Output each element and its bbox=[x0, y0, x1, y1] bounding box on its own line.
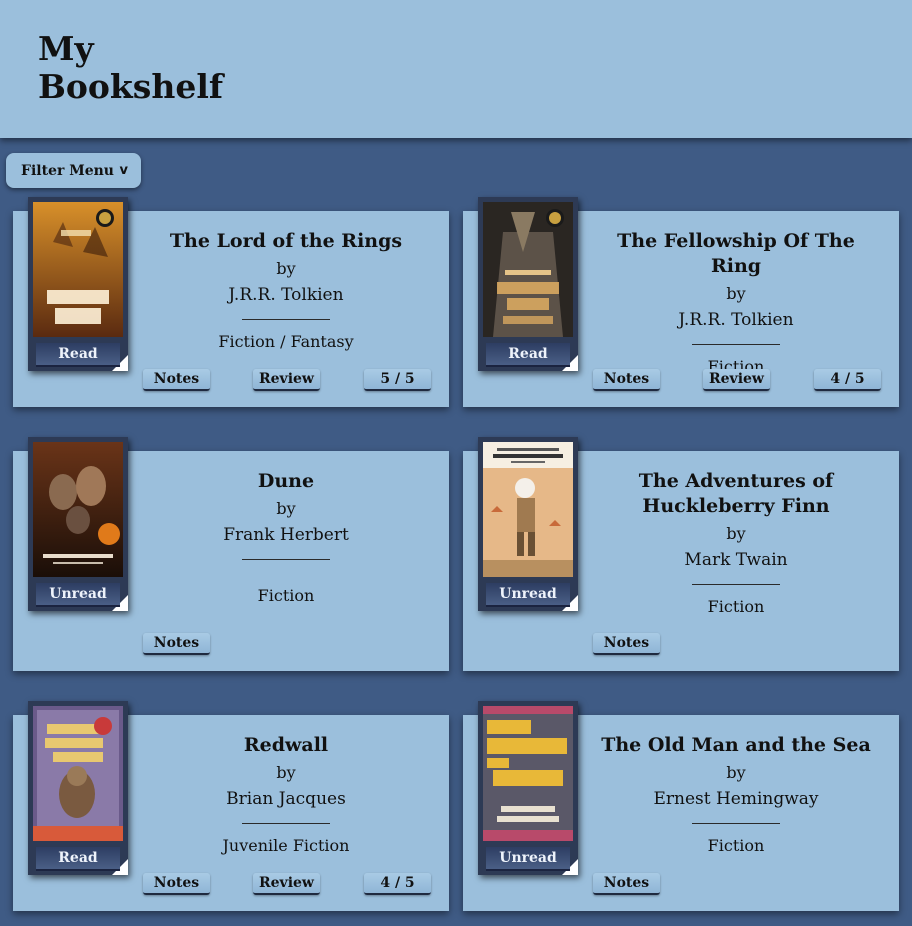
read-status-button[interactable]: Unread bbox=[486, 847, 570, 871]
notes-button[interactable]: Notes bbox=[593, 633, 660, 655]
book-author: Brian Jacques bbox=[226, 789, 346, 809]
book-cover-image bbox=[483, 706, 573, 841]
read-status-button[interactable]: Read bbox=[486, 343, 570, 367]
notes-button[interactable]: Notes bbox=[593, 873, 660, 895]
notes-button[interactable]: Notes bbox=[143, 369, 210, 391]
book-cover[interactable]: Unread bbox=[478, 437, 578, 611]
page-header: My Bookshelf bbox=[0, 0, 912, 138]
notes-button[interactable]: Notes bbox=[593, 369, 660, 391]
book-card: Read The Lord of the Rings by J.R.R. Tol… bbox=[13, 197, 449, 407]
book-cover-image bbox=[33, 442, 123, 577]
rating-badge[interactable]: 4 / 5 bbox=[364, 873, 431, 895]
book-author: Ernest Hemingway bbox=[653, 789, 819, 809]
book-genre: Fiction bbox=[707, 836, 765, 855]
book-title: The Old Man and the Sea bbox=[601, 734, 871, 756]
book-by: by bbox=[726, 524, 746, 543]
book-by: by bbox=[726, 763, 746, 782]
book-cover[interactable]: Unread bbox=[478, 701, 578, 875]
book-cover[interactable]: Unread bbox=[28, 437, 128, 611]
book-by: by bbox=[276, 259, 296, 278]
book-title: Dune bbox=[257, 470, 315, 492]
book-card: Unread The Adventures of Huckleberry Fin… bbox=[463, 437, 899, 671]
review-button[interactable]: Review bbox=[703, 369, 770, 391]
book-cover[interactable]: Read bbox=[28, 197, 128, 371]
book-cover-image bbox=[483, 202, 573, 337]
book-cover[interactable]: Read bbox=[28, 701, 128, 875]
book-genre: Fiction bbox=[257, 586, 315, 605]
book-author: J.R.R. Tolkien bbox=[678, 310, 794, 330]
filter-menu-button[interactable]: Filter Menu v bbox=[6, 153, 141, 188]
chevron-down-icon: v bbox=[119, 163, 128, 178]
read-status-button[interactable]: Unread bbox=[486, 583, 570, 607]
divider bbox=[242, 559, 330, 560]
book-title: Redwall bbox=[243, 734, 329, 756]
book-card: Unread The Old Man and the Sea by Ernest… bbox=[463, 701, 899, 911]
review-button[interactable]: Review bbox=[253, 873, 320, 895]
rating-badge[interactable]: 5 / 5 bbox=[364, 369, 431, 391]
book-card: Read The Fellowship Of The Ring by J.R.R… bbox=[463, 197, 899, 407]
divider bbox=[692, 344, 780, 345]
divider bbox=[242, 319, 330, 320]
read-status-button[interactable]: Unread bbox=[36, 583, 120, 607]
book-cover-image bbox=[483, 442, 573, 577]
book-author: Mark Twain bbox=[684, 550, 788, 570]
book-cover-image bbox=[33, 706, 123, 841]
book-genre: Fiction bbox=[707, 597, 765, 616]
book-title: The Adventures of Huckleberry Finn bbox=[638, 470, 834, 517]
divider bbox=[242, 823, 330, 824]
book-cover-image bbox=[33, 202, 123, 337]
notes-button[interactable]: Notes bbox=[143, 633, 210, 655]
filter-menu-label: Filter Menu bbox=[21, 162, 114, 179]
book-title: The Lord of the Rings bbox=[169, 230, 403, 252]
rating-badge[interactable]: 4 / 5 bbox=[814, 369, 881, 391]
divider bbox=[692, 584, 780, 585]
book-genre: Fiction / Fantasy bbox=[218, 332, 354, 351]
notes-button[interactable]: Notes bbox=[143, 873, 210, 895]
book-by: by bbox=[276, 763, 296, 782]
book-by: by bbox=[276, 499, 296, 518]
review-button[interactable]: Review bbox=[253, 369, 320, 391]
page-title: My Bookshelf bbox=[38, 29, 224, 106]
book-title: The Fellowship Of The Ring bbox=[617, 230, 855, 277]
book-author: J.R.R. Tolkien bbox=[228, 285, 344, 305]
book-author: Frank Herbert bbox=[223, 525, 349, 545]
read-status-button[interactable]: Read bbox=[36, 343, 120, 367]
book-card: Unread Dune by Frank Herbert Fiction Not… bbox=[13, 437, 449, 671]
read-status-button[interactable]: Read bbox=[36, 847, 120, 871]
divider bbox=[692, 823, 780, 824]
book-genre: Juvenile Fiction bbox=[222, 836, 350, 855]
book-card: Read Redwall by Brian Jacques Juvenile F… bbox=[13, 701, 449, 911]
book-cover[interactable]: Read bbox=[478, 197, 578, 371]
book-by: by bbox=[726, 284, 746, 303]
